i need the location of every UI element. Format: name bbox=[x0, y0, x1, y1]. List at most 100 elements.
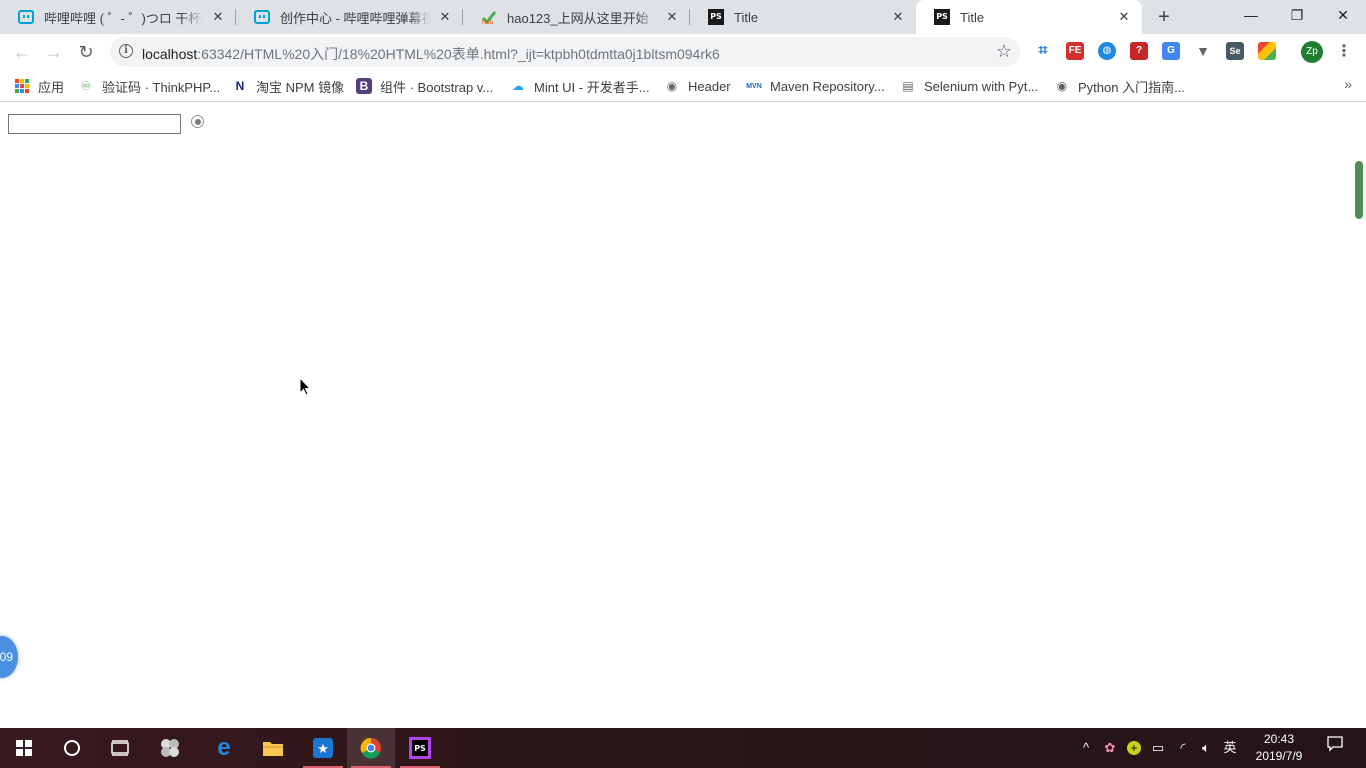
tray-flower-icon[interactable]: ✿ bbox=[1100, 728, 1120, 768]
tab-strip: 哔哩哔哩 ( ゜- ゜)つロ 干杯~-bilibili ✕ 创作中心 - 哔哩哔… bbox=[0, 0, 1366, 34]
store-icon[interactable]: ★ bbox=[299, 728, 347, 768]
bookmark-label: Selenium with Pyt... bbox=[924, 78, 1039, 94]
tab-label: hao123_上网从这里开始 bbox=[507, 10, 649, 26]
cortana-icon[interactable] bbox=[48, 728, 96, 768]
radio-button[interactable] bbox=[191, 115, 204, 128]
bookmark-label: 组件 · Bootstrap v... bbox=[380, 79, 494, 95]
selenium-icon[interactable]: Se bbox=[1226, 42, 1244, 60]
tab-close-icon[interactable]: ✕ bbox=[890, 9, 906, 25]
bookmark-python[interactable]: ◉ Python 入门指南... bbox=[1054, 76, 1185, 96]
volume-icon[interactable]: 🔈︎ bbox=[1196, 728, 1216, 768]
tab-close-icon[interactable]: ✕ bbox=[210, 9, 226, 25]
globe-icon: ◉ bbox=[1056, 79, 1068, 93]
bookmark-npm-mirror[interactable]: N 淘宝 NPM 镜像 bbox=[232, 76, 344, 96]
back-arrow-icon[interactable]: ← bbox=[8, 38, 36, 66]
action-center-icon[interactable] bbox=[1320, 728, 1350, 768]
text-input[interactable] bbox=[8, 114, 181, 134]
tab-title-1[interactable]: PS Title ✕ bbox=[690, 0, 916, 34]
tray-plus-icon[interactable]: + bbox=[1124, 728, 1144, 768]
vue-icon[interactable]: ▼ bbox=[1194, 42, 1212, 60]
mouse-cursor-icon bbox=[299, 377, 311, 396]
page-viewport: 09 bbox=[0, 103, 1366, 728]
bookmark-label: 淘宝 NPM 镜像 bbox=[256, 79, 345, 95]
bookmark-mint-ui[interactable]: ☁ Mint UI - 开发者手... bbox=[510, 76, 650, 96]
hao123-icon: hao bbox=[481, 9, 497, 25]
hashtag-icon[interactable]: ⌗ bbox=[1034, 42, 1052, 60]
restore-button[interactable]: ❐ bbox=[1274, 0, 1320, 30]
bootstrap-icon: B bbox=[356, 78, 372, 94]
battery-icon[interactable]: ▭ bbox=[1148, 728, 1168, 768]
tab-bilibili-creator[interactable]: 创作中心 - 哔哩哔哩弹幕视频网 ✕ bbox=[236, 0, 463, 34]
fe-icon[interactable]: FE bbox=[1066, 42, 1084, 60]
wifi-icon[interactable]: ◜ bbox=[1172, 728, 1194, 768]
apps-grid-icon bbox=[14, 78, 30, 94]
tab-label: Title bbox=[734, 9, 759, 25]
translate-icon[interactable]: G bbox=[1162, 42, 1180, 60]
floating-badge[interactable]: 09 bbox=[0, 636, 18, 678]
file-explorer-icon[interactable] bbox=[249, 728, 297, 768]
profile-avatar[interactable]: Zp bbox=[1301, 41, 1323, 63]
clock-time: 20:43 bbox=[1263, 732, 1295, 746]
new-tab-button[interactable]: + bbox=[1152, 5, 1176, 29]
bookmark-header[interactable]: ◉ Header bbox=[664, 76, 731, 96]
bookmark-apps[interactable]: 应用 bbox=[14, 76, 64, 96]
red-app-icon[interactable]: ? bbox=[1130, 42, 1148, 60]
scrollbar-thumb[interactable] bbox=[1355, 161, 1363, 219]
clock-date: 2019/7/9 bbox=[1255, 749, 1303, 763]
start-icon[interactable] bbox=[0, 728, 48, 768]
bookmark-maven[interactable]: MVN Maven Repository... bbox=[746, 76, 885, 96]
tab-hao123[interactable]: hao hao123_上网从这里开始 ✕ bbox=[463, 0, 690, 34]
tab-close-icon[interactable]: ✕ bbox=[1116, 9, 1132, 25]
reload-icon[interactable]: ↻ bbox=[72, 38, 100, 66]
close-window-button[interactable]: ✕ bbox=[1320, 0, 1366, 30]
info-icon[interactable]: i bbox=[119, 44, 133, 58]
url-path: :63342/HTML%20入门/18%20HTML%20表单.html?_ij… bbox=[197, 46, 720, 62]
edge-icon[interactable]: e bbox=[200, 728, 248, 768]
phpstorm-icon: PS bbox=[708, 9, 724, 25]
maven-icon: MVN bbox=[746, 82, 762, 90]
bookmark-label: Mint UI - 开发者手... bbox=[534, 79, 650, 95]
url-host: localhost bbox=[142, 46, 198, 62]
task-view-icon[interactable] bbox=[96, 728, 144, 768]
bookmark-star-icon[interactable]: ☆ bbox=[996, 41, 1012, 62]
tab-bilibili-home[interactable]: 哔哩哔哩 ( ゜- ゜)つロ 干杯~-bilibili ✕ bbox=[0, 0, 236, 34]
bookmarks-overflow-icon[interactable]: » bbox=[1344, 76, 1352, 92]
tab-close-icon[interactable]: ✕ bbox=[664, 9, 680, 25]
tab-title-active[interactable]: PS Title ✕ bbox=[916, 0, 1142, 34]
ime-indicator[interactable]: 英 bbox=[1220, 728, 1240, 768]
url-text[interactable]: localhost:63342/HTML%20入门/18%20HTML%20表单… bbox=[142, 44, 720, 64]
tab-label: Title bbox=[960, 9, 985, 25]
tray-chevron-up-icon[interactable]: ^ bbox=[1076, 728, 1096, 768]
npm-icon: N bbox=[235, 79, 245, 93]
tab-close-icon[interactable]: ✕ bbox=[437, 9, 453, 25]
bookmark-label: 验证码 · ThinkPHP... bbox=[102, 79, 221, 95]
bookmark-thinkphp[interactable]: ♾ 验证码 · ThinkPHP... bbox=[78, 76, 221, 96]
cloud-icon: ☁ bbox=[512, 79, 524, 93]
tab-label: 创作中心 - 哔哩哔哩弹幕视频网 bbox=[280, 10, 431, 26]
windows-taskbar: e ★ PS ^ ✿ + ▭ ◜ 🔈︎ 英 20:43 2019/7/9 bbox=[0, 728, 1366, 768]
address-bar[interactable]: i localhost:63342/HTML%20入门/18%20HTML%20… bbox=[110, 37, 1020, 67]
bilibili-icon bbox=[18, 9, 34, 25]
svg-text:hao: hao bbox=[482, 19, 493, 25]
bilibili-icon bbox=[254, 9, 270, 25]
bookmark-label: Maven Repository... bbox=[770, 78, 885, 94]
chrome-icon[interactable] bbox=[347, 728, 395, 768]
minimize-button[interactable]: — bbox=[1228, 0, 1274, 30]
app-icon[interactable] bbox=[146, 728, 194, 768]
phpstorm-icon: PS bbox=[934, 9, 950, 25]
thinkphp-icon: ♾ bbox=[80, 79, 92, 93]
doc-icon: ▤ bbox=[902, 79, 914, 93]
phpstorm-icon[interactable]: PS bbox=[396, 728, 444, 768]
menu-icon[interactable]: ⋮ bbox=[1334, 40, 1354, 64]
bookmarks-bar: 应用 ♾ 验证码 · ThinkPHP... N 淘宝 NPM 镜像 B 组件 … bbox=[0, 70, 1366, 102]
bookmark-bootstrap[interactable]: B 组件 · Bootstrap v... bbox=[356, 76, 493, 96]
globe-icon: ◉ bbox=[666, 79, 678, 93]
svg-text:★: ★ bbox=[317, 742, 329, 757]
forward-arrow-icon[interactable]: → bbox=[40, 38, 68, 66]
system-clock[interactable]: 20:43 2019/7/9 bbox=[1244, 731, 1314, 765]
bookmark-selenium[interactable]: ▤ Selenium with Pyt... bbox=[900, 76, 1038, 96]
bookmark-label: 应用 bbox=[38, 79, 65, 95]
bookmark-label: Header bbox=[688, 78, 731, 94]
globe-icon[interactable]: ◍ bbox=[1098, 42, 1116, 60]
colorful-app-icon[interactable] bbox=[1258, 42, 1276, 60]
